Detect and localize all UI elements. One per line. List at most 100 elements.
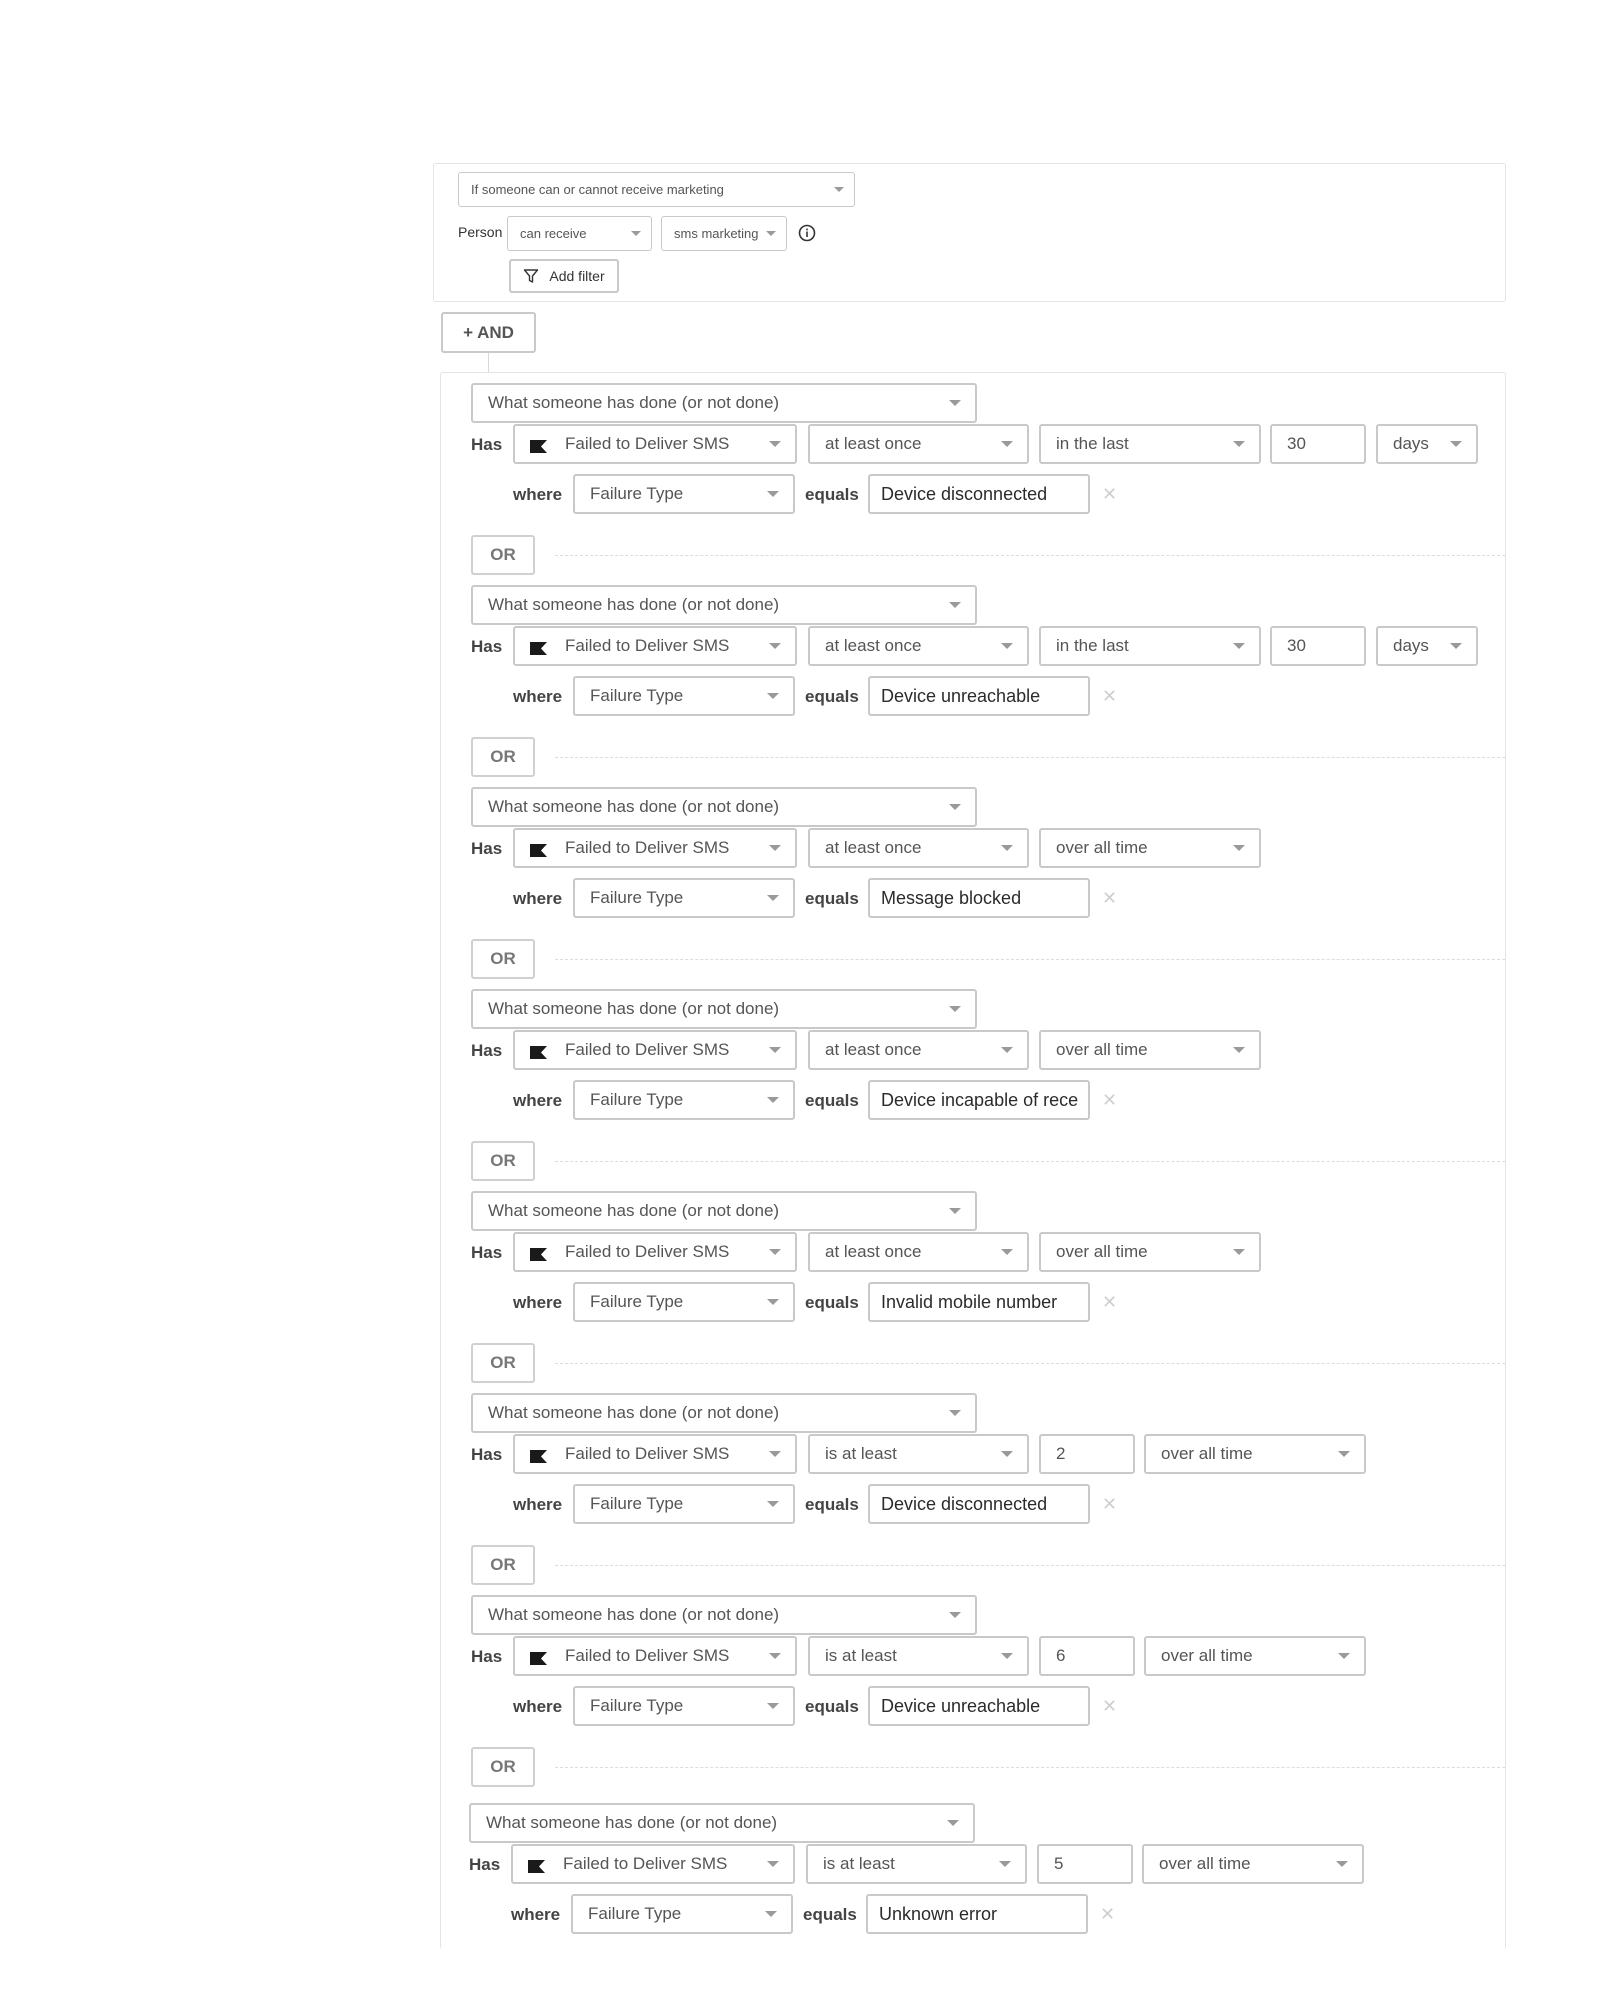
close-icon[interactable]: ✕ <box>1102 1697 1117 1715</box>
chevron-down-icon <box>766 230 776 236</box>
filter-value-input[interactable]: Device disconnected <box>868 1484 1090 1524</box>
or-button[interactable]: OR <box>471 737 535 777</box>
chevron-down-icon <box>1233 643 1245 649</box>
property-dropdown[interactable]: Failure Type <box>573 1080 795 1120</box>
condition-type-dropdown[interactable]: What someone has done (or not done) <box>471 1393 977 1433</box>
frequency-dropdown[interactable]: at least once <box>808 626 1029 666</box>
property-label: Failure Type <box>590 888 684 907</box>
condition-type-dropdown[interactable]: What someone has done (or not done) <box>471 787 977 827</box>
or-button[interactable]: OR <box>471 1141 535 1181</box>
metric-dropdown[interactable]: Failed to Deliver SMS <box>513 1232 797 1272</box>
condition-type-label: What someone has done (or not done) <box>488 393 780 412</box>
metric-dropdown[interactable]: Failed to Deliver SMS <box>513 828 797 868</box>
close-icon[interactable]: ✕ <box>1102 687 1117 705</box>
frequency-dropdown[interactable]: at least once <box>808 424 1029 464</box>
has-label: Has <box>471 1041 503 1060</box>
timeframe-dropdown[interactable]: in the last <box>1039 424 1261 464</box>
frequency-dropdown[interactable]: is at least <box>808 1636 1029 1676</box>
frequency-dropdown[interactable]: at least once <box>808 828 1029 868</box>
count-input[interactable]: 2 <box>1039 1434 1135 1474</box>
timeframe-dropdown[interactable]: over all time <box>1039 1030 1261 1070</box>
timeframe-dropdown[interactable]: over all time <box>1144 1434 1366 1474</box>
count-input[interactable]: 30 <box>1270 424 1366 464</box>
filter-value-input[interactable]: Device incapable of rece <box>868 1080 1090 1120</box>
condition-type-dropdown[interactable]: What someone has done (or not done) <box>469 1803 975 1843</box>
or-button[interactable]: OR <box>471 1343 535 1383</box>
can-receive-dropdown[interactable]: can receive <box>507 216 652 251</box>
metric-dropdown[interactable]: Failed to Deliver SMS <box>513 626 797 666</box>
filter-value-input[interactable]: Invalid mobile number <box>868 1282 1090 1322</box>
filter-value-input[interactable]: Message blocked <box>868 878 1090 918</box>
timeframe-dropdown[interactable]: over all time <box>1142 1844 1364 1884</box>
timeframe-dropdown[interactable]: over all time <box>1039 1232 1261 1272</box>
condition-type-dropdown[interactable]: What someone has done (or not done) <box>471 383 977 423</box>
flag-icon <box>530 1650 547 1665</box>
equals-label: equals <box>805 889 859 908</box>
or-button-label: OR <box>490 949 516 968</box>
filter-value-input[interactable]: Unknown error <box>866 1894 1088 1934</box>
close-icon[interactable]: ✕ <box>1102 889 1117 907</box>
timeframe-dropdown[interactable]: in the last <box>1039 626 1261 666</box>
condition-type-dropdown[interactable]: What someone has done (or not done) <box>471 989 977 1029</box>
metric-dropdown[interactable]: Failed to Deliver SMS <box>513 1636 797 1676</box>
and-button[interactable]: + AND <box>441 312 536 353</box>
chevron-down-icon <box>769 1653 781 1659</box>
channel-dropdown[interactable]: sms marketing <box>661 216 787 251</box>
metric-label: Failed to Deliver SMS <box>565 434 730 453</box>
metric-label: Failed to Deliver SMS <box>563 1854 728 1873</box>
or-divider-line <box>555 1767 1505 1768</box>
condition-type-label: What someone has done (or not done) <box>488 1605 780 1624</box>
close-icon[interactable]: ✕ <box>1100 1905 1115 1923</box>
filter-value-input[interactable]: Device unreachable <box>868 676 1090 716</box>
metric-dropdown[interactable]: Failed to Deliver SMS <box>513 424 797 464</box>
condition-type-dropdown[interactable]: What someone has done (or not done) <box>471 585 977 625</box>
property-dropdown[interactable]: Failure Type <box>573 1282 795 1322</box>
property-dropdown[interactable]: Failure Type <box>573 878 795 918</box>
timeframe-dropdown[interactable]: over all time <box>1039 828 1261 868</box>
property-dropdown[interactable]: Failure Type <box>573 1484 795 1524</box>
close-icon[interactable]: ✕ <box>1102 485 1117 503</box>
property-dropdown[interactable]: Failure Type <box>573 474 795 514</box>
condition-type-dropdown[interactable]: What someone has done (or not done) <box>471 1595 977 1635</box>
chevron-down-icon <box>947 1820 959 1826</box>
count-input[interactable]: 30 <box>1270 626 1366 666</box>
chevron-down-icon <box>1233 1249 1245 1255</box>
close-icon[interactable]: ✕ <box>1102 1091 1117 1109</box>
count-value: 5 <box>1054 1854 1064 1873</box>
chevron-down-icon <box>767 1861 779 1867</box>
property-dropdown[interactable]: Failure Type <box>573 676 795 716</box>
or-button[interactable]: OR <box>471 1747 535 1787</box>
or-button-label: OR <box>490 1757 516 1776</box>
equals-label: equals <box>805 1697 859 1716</box>
where-label: where <box>513 485 563 504</box>
chevron-down-icon <box>767 491 779 497</box>
frequency-dropdown[interactable]: at least once <box>808 1232 1029 1272</box>
close-icon[interactable]: ✕ <box>1102 1293 1117 1311</box>
info-circle-icon[interactable] <box>798 224 816 242</box>
condition-type-dropdown[interactable]: If someone can or cannot receive marketi… <box>458 172 855 207</box>
property-dropdown[interactable]: Failure Type <box>573 1686 795 1726</box>
metric-dropdown[interactable]: Failed to Deliver SMS <box>511 1844 795 1884</box>
add-filter-button[interactable]: Add filter <box>509 259 619 293</box>
chevron-down-icon <box>1233 845 1245 851</box>
timeframe-dropdown[interactable]: over all time <box>1144 1636 1366 1676</box>
property-dropdown[interactable]: Failure Type <box>571 1894 793 1934</box>
metric-dropdown[interactable]: Failed to Deliver SMS <box>513 1030 797 1070</box>
count-input[interactable]: 6 <box>1039 1636 1135 1676</box>
metric-dropdown[interactable]: Failed to Deliver SMS <box>513 1434 797 1474</box>
unit-dropdown[interactable]: days <box>1376 424 1478 464</box>
filter-value-input[interactable]: Device unreachable <box>868 1686 1090 1726</box>
timeframe-value: in the last <box>1056 636 1129 655</box>
unit-dropdown[interactable]: days <box>1376 626 1478 666</box>
close-icon[interactable]: ✕ <box>1102 1495 1117 1513</box>
frequency-dropdown[interactable]: is at least <box>806 1844 1027 1884</box>
frequency-dropdown[interactable]: at least once <box>808 1030 1029 1070</box>
frequency-label: is at least <box>825 1444 897 1463</box>
or-button[interactable]: OR <box>471 1545 535 1585</box>
condition-type-dropdown[interactable]: What someone has done (or not done) <box>471 1191 977 1231</box>
or-button[interactable]: OR <box>471 535 535 575</box>
or-button[interactable]: OR <box>471 939 535 979</box>
filter-value-input[interactable]: Device disconnected <box>868 474 1090 514</box>
frequency-dropdown[interactable]: is at least <box>808 1434 1029 1474</box>
count-input[interactable]: 5 <box>1037 1844 1133 1884</box>
